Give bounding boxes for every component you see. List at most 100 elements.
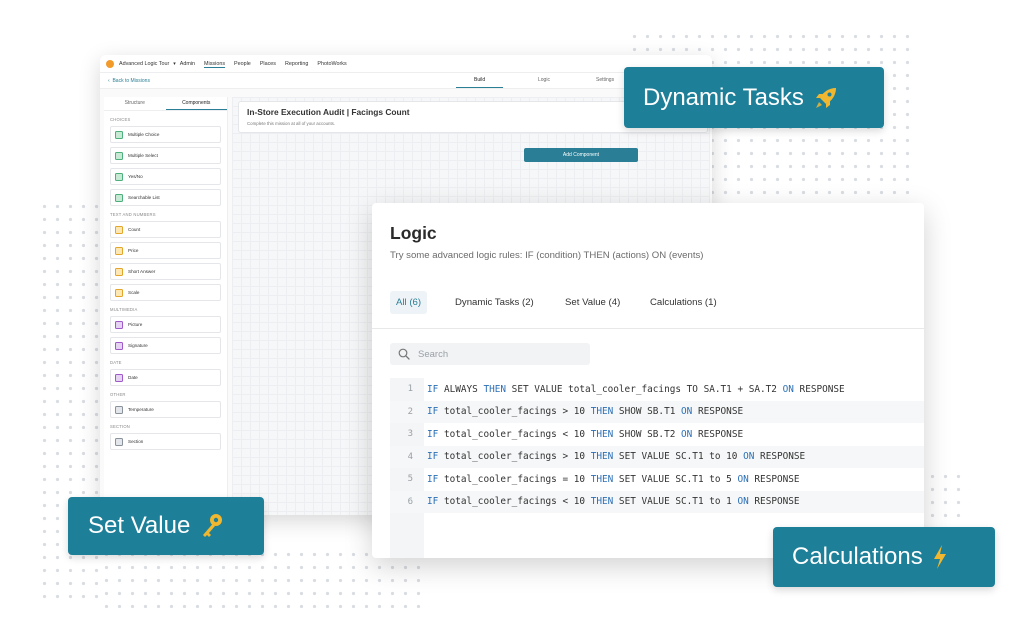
code-token: RESPONSE	[793, 383, 845, 395]
tab-calculations[interactable]: Calculations (1)	[650, 297, 717, 308]
set-value-badge: Set Value	[68, 497, 264, 555]
search-box[interactable]: Search	[390, 343, 590, 365]
code-token: RESPONSE	[692, 428, 744, 440]
keyword: THEN	[483, 383, 507, 395]
nav-item-reporting[interactable]: Reporting	[285, 61, 308, 67]
tab-settings[interactable]: Settings	[596, 77, 614, 83]
component-label: Multiple Select	[128, 153, 158, 158]
check-icon	[115, 172, 123, 181]
code-line[interactable]: 1 IF ALWAYS THEN SET VALUE total_cooler_f…	[390, 378, 924, 401]
code-line[interactable]: 5 IF total_cooler_facings = 10 THEN SET V…	[390, 468, 924, 491]
code-line[interactable]: 4 IF total_cooler_facings > 10 THEN SET V…	[390, 445, 924, 468]
hash-icon	[115, 225, 123, 234]
code-token: SET VALUE SC.T1 to 1	[613, 496, 738, 508]
code-line[interactable]: 3 IF total_cooler_facings < 10 THEN SHOW …	[390, 423, 924, 446]
code-line[interactable]: 6 IF total_cooler_facings < 10 THEN SET V…	[390, 490, 924, 513]
list-icon	[115, 193, 123, 202]
back-to-missions-link[interactable]: ‹ Back to Missions	[108, 78, 150, 84]
section-icon	[115, 437, 123, 446]
check-icon	[115, 130, 123, 139]
code-token: SHOW SB.T1	[613, 406, 682, 418]
component-label: Yes/No	[128, 174, 143, 179]
code-token: RESPONSE	[754, 451, 806, 463]
component-label: Date	[128, 375, 138, 380]
chevron-down-icon[interactable]: ▾	[173, 61, 176, 67]
pen-icon	[115, 341, 123, 350]
tab-build[interactable]: Build	[456, 77, 504, 88]
tab-structure[interactable]: Structure	[104, 97, 166, 110]
nav-item-people[interactable]: People	[234, 61, 251, 67]
keyword: ON	[743, 451, 755, 463]
section-heading: SECTION	[110, 424, 131, 429]
component-label: Scale	[128, 290, 140, 295]
component-scale[interactable]: Scale	[110, 284, 221, 301]
code-line[interactable]: 2 IF total_cooler_facings > 10 THEN SHOW …	[390, 400, 924, 423]
calculations-badge: Calculations	[773, 527, 995, 587]
component-temperature[interactable]: Temperature	[110, 401, 221, 418]
code-token: total_cooler_facings = 10	[438, 473, 591, 485]
code-token: RESPONSE	[748, 496, 800, 508]
logic-panel: Logic Try some advanced logic rules: IF …	[372, 203, 924, 558]
code-token: SET VALUE total_cooler_facings TO SA.T1 …	[506, 383, 783, 395]
nav-item-photoworks[interactable]: PhotoWorks	[317, 61, 346, 67]
section-heading: CHOICES	[110, 117, 131, 122]
keyword: THEN	[590, 428, 614, 440]
section-heading: TEXT AND NUMBERS	[110, 212, 156, 217]
component-short-answer[interactable]: Short Answer	[110, 263, 221, 280]
badge-label: Calculations	[792, 543, 923, 570]
tab-components[interactable]: Components	[165, 97, 227, 110]
logic-title: Logic	[390, 223, 437, 243]
dynamic-tasks-badge: Dynamic Tasks	[624, 67, 884, 128]
code-text: IF ALWAYS THEN SET VALUE total_cooler_fa…	[424, 384, 845, 395]
divider	[372, 328, 924, 329]
code-token: total_cooler_facings < 10	[438, 428, 591, 440]
line-number: 2	[407, 406, 413, 417]
keyword: IF	[427, 383, 439, 395]
tab-logic[interactable]: Logic	[538, 77, 550, 83]
component-searchable-list[interactable]: Searchable List	[110, 189, 221, 206]
scale-icon	[115, 288, 123, 297]
code-text: IF total_cooler_facings = 10 THEN SET VA…	[424, 474, 800, 485]
component-label: Temperature	[128, 407, 154, 412]
badge-label: Dynamic Tasks	[643, 83, 804, 111]
tab-set-value[interactable]: Set Value (4)	[565, 297, 620, 308]
nav-item-admin[interactable]: Admin	[180, 61, 195, 67]
component-yes-no[interactable]: Yes/No	[110, 168, 221, 185]
badge-label: Set Value	[88, 512, 191, 539]
search-input[interactable]: Search	[418, 349, 448, 360]
add-component-button[interactable]: Add Component	[524, 148, 638, 162]
line-number: 5	[407, 474, 413, 485]
component-signature[interactable]: Signature	[110, 337, 221, 354]
section-heading: MULTIMEDIA	[110, 307, 138, 312]
code-token: total_cooler_facings < 10	[438, 496, 591, 508]
component-date[interactable]: Date	[110, 369, 221, 386]
tab-dynamic-tasks[interactable]: Dynamic Tasks (2)	[455, 297, 534, 308]
component-price[interactable]: Price	[110, 242, 221, 259]
section-heading: OTHER	[110, 392, 126, 397]
component-count[interactable]: Count	[110, 221, 221, 238]
nav-item-places[interactable]: Places	[260, 61, 276, 67]
component-label: Multiple Choice	[128, 132, 160, 137]
component-section[interactable]: Section	[110, 433, 221, 450]
nav-item-missions[interactable]: Missions	[204, 60, 226, 68]
component-label: Picture	[128, 322, 143, 327]
line-number: 3	[407, 429, 413, 440]
component-multiple-choice[interactable]: Multiple Choice	[110, 126, 221, 143]
keyword: ON	[681, 428, 693, 440]
code-token: total_cooler_facings > 10	[438, 406, 591, 418]
line-number: 6	[407, 496, 413, 507]
component-multiple-select[interactable]: Multiple Select	[110, 147, 221, 164]
app-title[interactable]: Advanced Logic Tour	[119, 61, 169, 67]
line-number: 1	[407, 384, 413, 395]
tab-all[interactable]: All (6)	[390, 291, 428, 314]
components-panel: Structure Components CHOICES Multiple Cho…	[104, 97, 228, 513]
code-text: IF total_cooler_facings < 10 THEN SET VA…	[424, 496, 800, 507]
component-picture[interactable]: Picture	[110, 316, 221, 333]
keyword: THEN	[590, 473, 614, 485]
side-tabs: Structure Components	[104, 97, 227, 111]
code-token: SHOW SB.T2	[613, 428, 682, 440]
logic-subtitle: Try some advanced logic rules: IF (condi…	[390, 250, 704, 261]
key-icon	[203, 514, 223, 537]
code-token: total_cooler_facings > 10	[438, 451, 591, 463]
keyword: THEN	[590, 496, 614, 508]
